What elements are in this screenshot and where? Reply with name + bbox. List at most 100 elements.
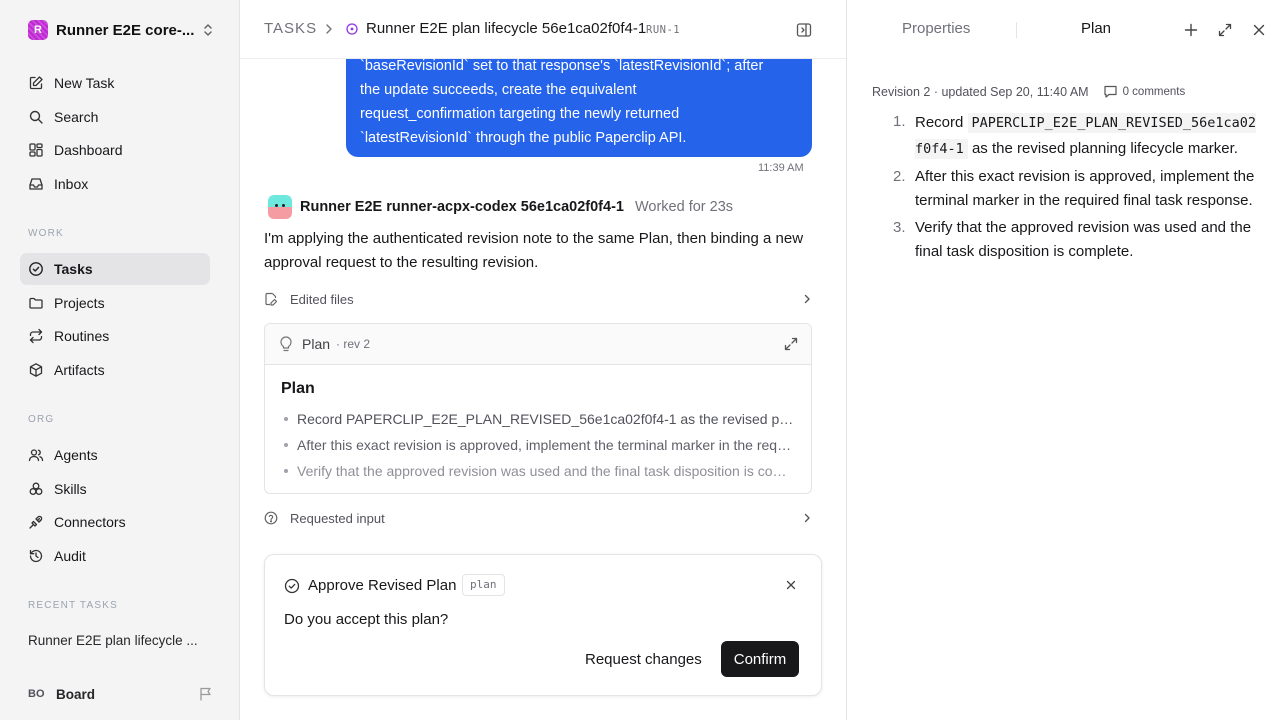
nav-connectors[interactable]: Connectors	[20, 506, 210, 538]
approval-request-card: Approve Revised Plan plan Do you accept …	[264, 554, 822, 696]
message-line: request_confirmation targeting the newly…	[360, 106, 680, 122]
history-icon	[29, 549, 43, 563]
agent-worked-time: Worked for 23s	[634, 199, 734, 215]
agent-name: Runner E2E runner-acpx-codex 56e1ca02f0f…	[300, 199, 624, 215]
nav-label: Tasks	[54, 261, 93, 277]
nav-inbox[interactable]: Inbox	[20, 168, 210, 200]
section-label-org: ORG	[28, 414, 55, 425]
step-number: 3.	[893, 219, 906, 236]
plus-icon[interactable]	[1183, 22, 1199, 38]
nav-skills[interactable]: Skills	[20, 473, 210, 505]
board-name: Board	[56, 686, 96, 702]
check-circle-icon	[29, 262, 43, 276]
file-edit-icon	[265, 292, 278, 306]
flag-icon[interactable]	[198, 686, 214, 702]
message-line: the update succeeds, create the equivale…	[360, 82, 637, 98]
workspace-logo: R	[28, 20, 48, 40]
workspace-name: Runner E2E core-...	[56, 21, 195, 39]
nav-audit[interactable]: Audit	[20, 540, 210, 572]
close-icon[interactable]	[1251, 22, 1267, 38]
plug-icon	[29, 515, 43, 529]
details-panel: Properties Plan Revision 2 · updated Sep…	[846, 0, 1280, 720]
message-timestamp: 11:39 AM	[758, 162, 804, 174]
plan-heading: Plan	[281, 380, 315, 397]
chevron-right-icon	[804, 294, 810, 304]
nav-label: Dashboard	[54, 142, 123, 158]
step-number: 2.	[893, 168, 906, 185]
plan-item: Verify that the approved revision was us…	[281, 458, 795, 484]
nav-label: Audit	[54, 548, 86, 564]
row-label: Requested input	[290, 510, 385, 526]
tab-plan[interactable]: Plan	[1081, 20, 1111, 37]
step-text: After this exact revision is approved, i…	[915, 168, 1255, 209]
chevron-right-icon	[804, 513, 810, 523]
dashboard-icon	[29, 143, 43, 157]
plan-revision-meta: Revision 2 · updated Sep 20, 11:40 AM 0 …	[872, 84, 1185, 99]
users-icon	[28, 449, 44, 462]
close-icon[interactable]	[785, 579, 797, 591]
workspace-switcher[interactable]: R Runner E2E core-...	[28, 19, 214, 41]
inbox-icon	[29, 178, 43, 190]
panel-toggle-icon[interactable]	[796, 22, 812, 38]
nav-projects[interactable]: Projects	[20, 287, 210, 319]
step-text: Verify that the approved revision was us…	[915, 219, 1252, 260]
repeat-icon	[29, 328, 43, 344]
request-changes-button[interactable]: Request changes	[575, 641, 712, 677]
nav-dashboard[interactable]: Dashboard	[20, 134, 210, 166]
plan-step: 2. After this exact revision is approved…	[893, 165, 1260, 213]
skills-icon	[29, 482, 43, 495]
nav-agents[interactable]: Agents	[20, 439, 210, 471]
nav-tasks[interactable]: Tasks	[20, 253, 210, 285]
plan-card-body: Plan Record PAPERCLIP_E2E_PLAN_REVISED_5…	[265, 365, 811, 484]
tab-properties[interactable]: Properties	[902, 20, 970, 37]
nav-search[interactable]: Search	[20, 101, 210, 133]
box-icon	[29, 363, 43, 377]
section-label-recent: RECENT TASKS	[28, 600, 118, 611]
check-circle-icon	[284, 578, 300, 594]
sidebar: R Runner E2E core-... New Task Search Da…	[0, 0, 240, 720]
expand-icon[interactable]	[783, 336, 799, 352]
plan-steps: 1. Record PAPERCLIP_E2E_PLAN_REVISED_56e…	[893, 110, 1260, 267]
agent-message: I'm applying the authenticated revision …	[264, 230, 804, 271]
row-label: Edited files	[290, 291, 354, 307]
requested-input-row[interactable]: Requested input	[264, 507, 812, 529]
step-text: Record	[915, 114, 968, 131]
nav-label: Search	[54, 109, 99, 125]
nav-artifacts[interactable]: Artifacts	[20, 354, 210, 386]
nav-label: Routines	[54, 328, 110, 344]
edit-icon	[29, 76, 43, 90]
nav-routines[interactable]: Routines	[20, 320, 210, 352]
nav-label: New Task	[54, 75, 115, 91]
folder-icon	[29, 297, 43, 309]
breadcrumb: TASKS Runner E2E plan lifecycle 56e1ca02…	[240, 0, 846, 59]
plan-card[interactable]: Plan · rev 2 Plan Record PAPERCLIP_E2E_P…	[264, 323, 812, 494]
step-number: 1.	[893, 113, 906, 130]
confirm-button[interactable]: Confirm	[721, 641, 799, 677]
nav-label: Skills	[54, 481, 87, 497]
chevron-updown-icon	[204, 24, 212, 36]
comments-count: 0 comments	[1122, 85, 1186, 98]
edited-files-row[interactable]: Edited files	[264, 288, 812, 310]
section-label-work: WORK	[28, 228, 64, 239]
approval-type-tag: plan	[462, 574, 505, 596]
nav-new-task[interactable]: New Task	[20, 67, 210, 99]
plan-item-list: Record PAPERCLIP_E2E_PLAN_REVISED_56e1ca…	[281, 406, 795, 484]
board-switcher[interactable]: BO Board	[28, 684, 214, 704]
plan-step: 3. Verify that the approved revision was…	[893, 216, 1260, 264]
nav-label: Inbox	[54, 176, 89, 192]
breadcrumb-tasks[interactable]: TASKS	[264, 20, 317, 37]
tab-divider	[1016, 22, 1017, 38]
comment-icon	[1103, 85, 1117, 98]
recent-task-item[interactable]: Runner E2E plan lifecycle ...	[28, 633, 214, 648]
plan-card-revision: · rev 2	[336, 337, 371, 351]
step-text: as the revised planning lifecycle marker…	[967, 140, 1238, 157]
nav-label: Projects	[54, 295, 105, 311]
maximize-icon[interactable]	[1217, 22, 1233, 38]
status-circle-icon[interactable]	[346, 23, 358, 35]
page-title: Runner E2E plan lifecycle 56e1ca02f0f4-1	[366, 20, 647, 37]
search-icon	[29, 110, 43, 124]
task-thread: TASKS Runner E2E plan lifecycle 56e1ca02…	[240, 0, 846, 720]
comments-button[interactable]: 0 comments	[1103, 84, 1186, 99]
approval-question: Do you accept this plan?	[284, 611, 449, 628]
help-circle-icon	[264, 511, 278, 525]
